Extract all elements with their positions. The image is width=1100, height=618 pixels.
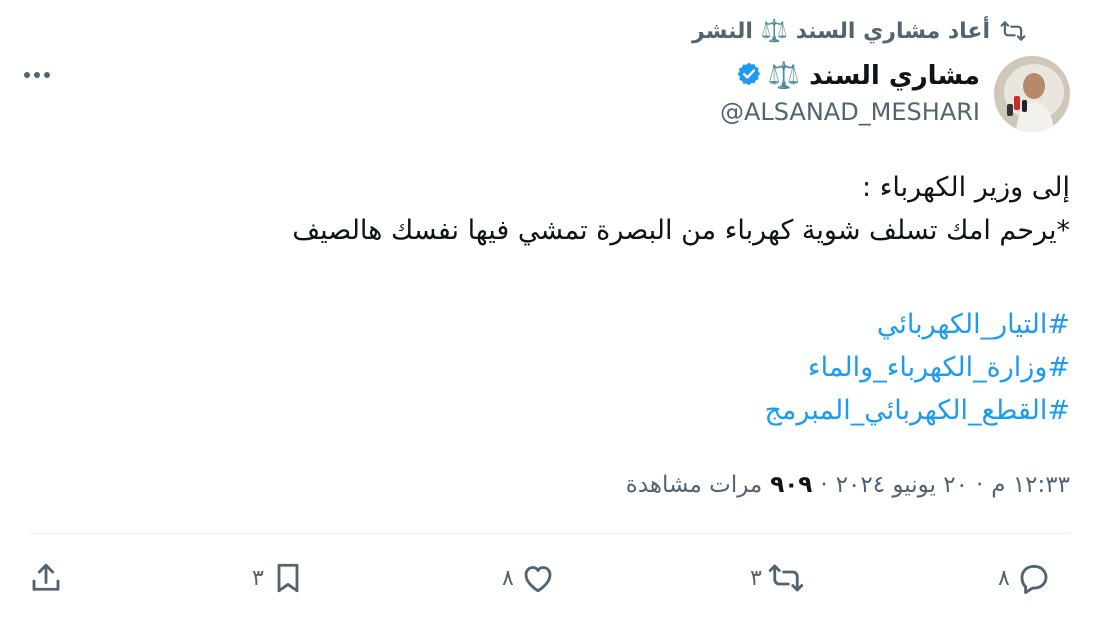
avatar[interactable] xyxy=(994,56,1070,132)
share-icon xyxy=(28,560,64,596)
like-button[interactable]: ٨ xyxy=(502,556,556,600)
heart-icon xyxy=(520,560,556,596)
retweet-count: ٣ xyxy=(750,565,762,591)
bookmark-button[interactable]: ٣ xyxy=(252,556,306,600)
retweet-context[interactable]: أعاد مشاري السند ⚖️ النشر xyxy=(692,18,1026,44)
tweet-page: أعاد مشاري السند ⚖️ النشر مشاري السند ⚖️ xyxy=(0,0,1100,618)
meta-separator: · xyxy=(820,472,828,498)
reply-button[interactable]: ٨ xyxy=(998,556,1052,600)
hashtag-link[interactable]: #القطع_الكهربائي_المبرمج xyxy=(764,389,1070,432)
retweet-context-text: أعاد مشاري السند ⚖️ النشر xyxy=(692,18,990,44)
hashtag-link[interactable]: #وزارة_الكهرباء_والماء xyxy=(764,346,1070,389)
tweet-text: إلى وزير الكهرباء : *يرحم امك تسلف شوية … xyxy=(130,166,1070,252)
author-block: مشاري السند ⚖️ @ALSANAD_MESHARI xyxy=(720,56,980,126)
hashtag-list: #التيار_الكهربائي #وزارة_الكهرباء_والماء… xyxy=(764,303,1070,432)
divider xyxy=(30,533,1070,534)
meta-separator: · xyxy=(975,472,984,498)
tweet-meta: ١٢:٣٣ م · ٢٠ يونيو ٢٠٢٤ · ٩٠٩ مرات مشاهد… xyxy=(626,472,1070,498)
bookmark-count: ٣ xyxy=(252,565,264,591)
bookmark-icon xyxy=(270,560,306,596)
tweet-text-line: إلى وزير الكهرباء : xyxy=(862,172,1070,203)
author-name[interactable]: مشاري السند ⚖️ xyxy=(768,61,980,91)
author-handle[interactable]: @ALSANAD_MESHARI xyxy=(720,98,980,126)
retweet-button[interactable]: ٣ xyxy=(750,556,804,600)
views-label: مرات مشاهدة xyxy=(625,472,763,498)
retweet-icon xyxy=(1000,18,1026,44)
hashtag-link[interactable]: #التيار_الكهربائي xyxy=(764,303,1070,346)
views-count: ٩٠٩ xyxy=(770,472,813,498)
tweet-date[interactable]: ٢٠ يونيو ٢٠٢٤ xyxy=(836,472,968,498)
tweet-text-line: *يرحم امك تسلف شوية كهرباء من البصرة تمش… xyxy=(292,215,1070,246)
author-name-row[interactable]: مشاري السند ⚖️ xyxy=(720,56,980,96)
more-icon xyxy=(24,72,50,78)
share-button[interactable] xyxy=(28,556,64,600)
tweet-time[interactable]: ١٢:٣٣ م xyxy=(991,472,1070,498)
retweet-action-icon xyxy=(768,560,804,596)
reply-count: ٨ xyxy=(998,565,1010,591)
verified-badge-icon xyxy=(736,61,762,91)
more-options-button[interactable] xyxy=(22,60,52,90)
like-count: ٨ xyxy=(502,565,514,591)
reply-icon xyxy=(1016,560,1052,596)
